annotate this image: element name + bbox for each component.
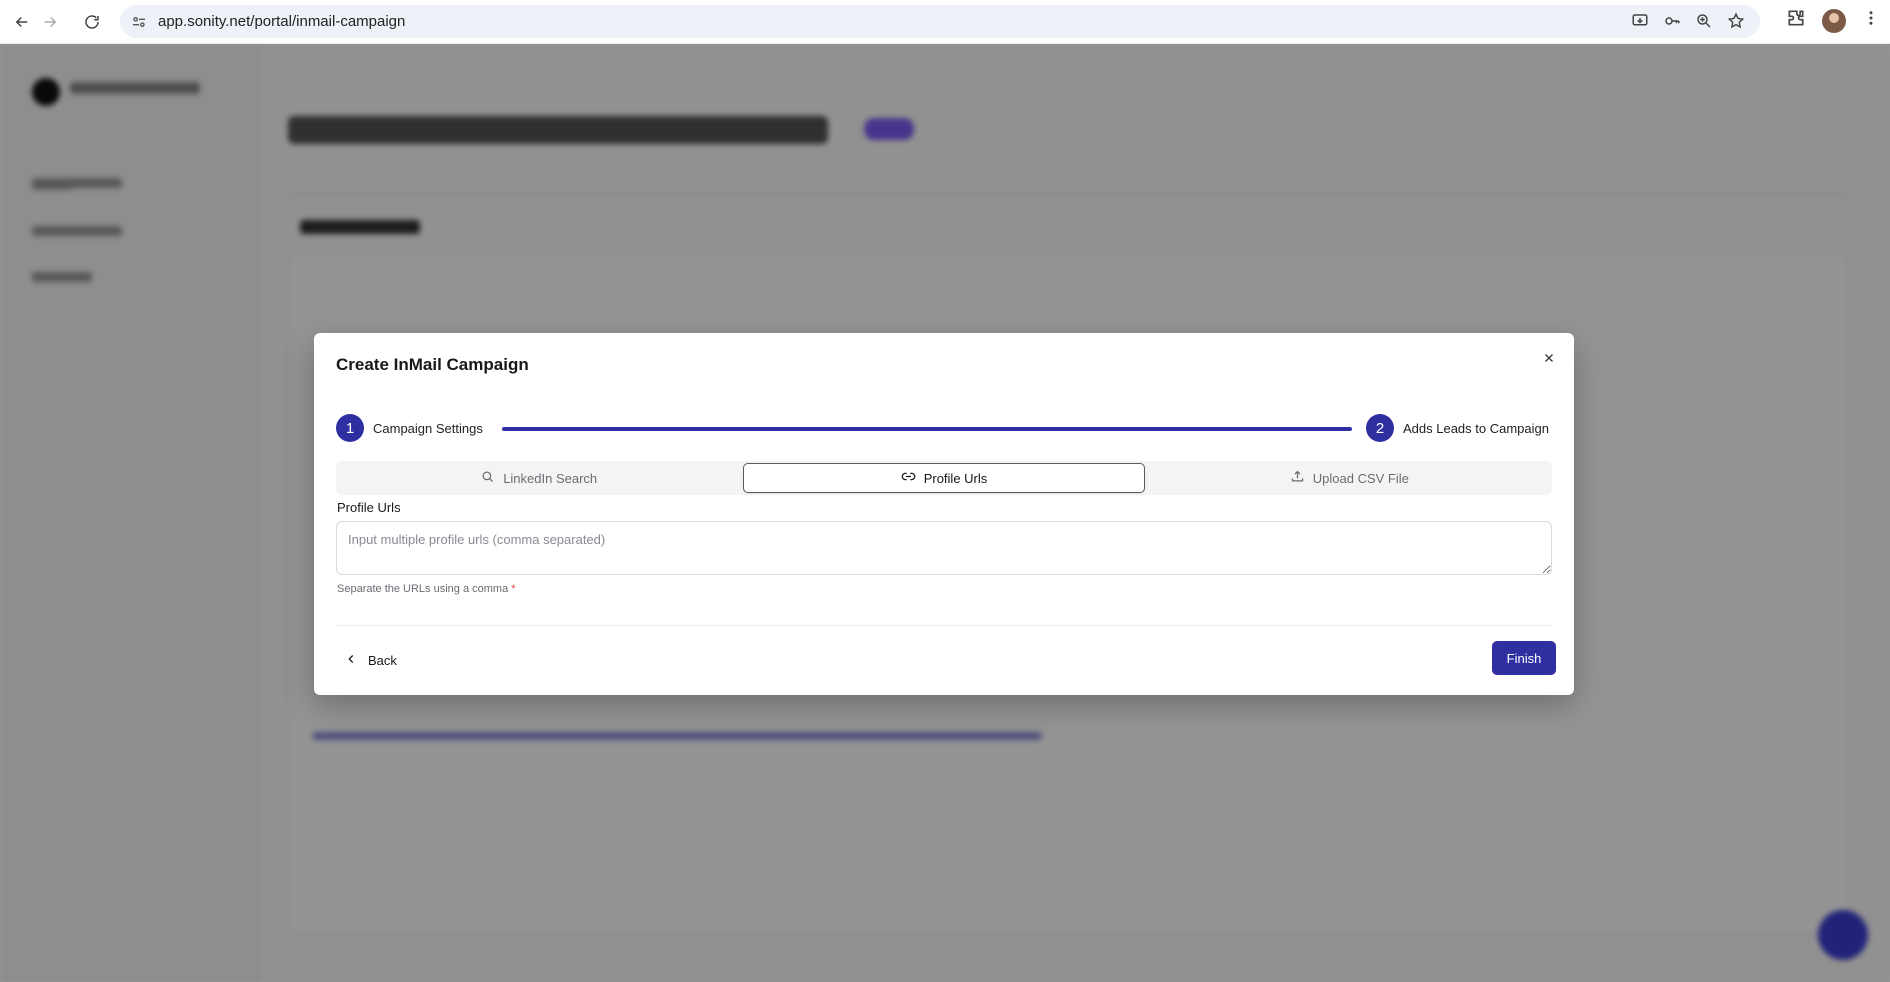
- link-icon: [901, 469, 916, 487]
- required-mark: *: [511, 583, 516, 595]
- address-bar[interactable]: app.sonity.net/portal/inmail-campaign: [120, 5, 1760, 38]
- forward-arrow-icon[interactable]: [36, 8, 64, 36]
- helper-text-content: Separate the URLs using a comma: [337, 583, 509, 595]
- stepper: 1 Campaign Settings 2 Adds Leads to Camp…: [336, 414, 1552, 444]
- url-text[interactable]: app.sonity.net/portal/inmail-campaign: [158, 13, 405, 30]
- browser-toolbar: app.sonity.net/portal/inmail-campaign: [0, 0, 1890, 44]
- bookmark-star-icon[interactable]: [1726, 11, 1746, 31]
- chevron-left-icon: [344, 652, 358, 669]
- create-inmail-campaign-dialog: Create InMail Campaign 1 Campaign Settin…: [314, 333, 1574, 695]
- finish-button[interactable]: Finish: [1492, 641, 1556, 675]
- back-button[interactable]: Back: [344, 646, 397, 674]
- profile-urls-label: Profile Urls: [337, 500, 401, 515]
- step-2-label: Adds Leads to Campaign: [1403, 421, 1549, 436]
- tab-label: LinkedIn Search: [503, 470, 598, 486]
- menu-dots-icon[interactable]: [1862, 9, 1880, 32]
- tab-upload-csv-file[interactable]: Upload CSV File: [1149, 463, 1550, 493]
- helper-text: Separate the URLs using a comma *: [337, 583, 516, 595]
- lead-source-tabs: LinkedIn Search Profile Urls Upload CSV …: [336, 461, 1552, 495]
- step-1-number: 1: [336, 414, 364, 442]
- site-info-icon[interactable]: [130, 13, 148, 31]
- password-key-icon[interactable]: [1662, 11, 1682, 31]
- profile-urls-input[interactable]: [336, 521, 1552, 575]
- close-icon[interactable]: [1538, 347, 1560, 369]
- tab-label: Profile Urls: [923, 470, 988, 486]
- reload-icon[interactable]: [78, 8, 106, 36]
- install-app-icon[interactable]: [1630, 11, 1650, 31]
- tab-profile-urls[interactable]: Profile Urls: [743, 463, 1145, 493]
- extensions-icon[interactable]: [1786, 8, 1806, 33]
- step-progress-line: [502, 427, 1352, 431]
- step-1-label: Campaign Settings: [373, 421, 483, 436]
- tab-label: Upload CSV File: [1312, 470, 1409, 486]
- zoom-icon[interactable]: [1694, 11, 1714, 31]
- upload-icon: [1290, 469, 1305, 487]
- step-2-number: 2: [1366, 414, 1394, 442]
- back-arrow-icon[interactable]: [8, 8, 36, 36]
- search-icon: [480, 469, 495, 487]
- dialog-title: Create InMail Campaign: [336, 355, 529, 374]
- footer-divider: [336, 625, 1552, 626]
- profile-avatar[interactable]: [1822, 8, 1846, 33]
- tab-linkedin-search[interactable]: LinkedIn Search: [338, 463, 739, 493]
- back-button-label: Back: [368, 652, 397, 668]
